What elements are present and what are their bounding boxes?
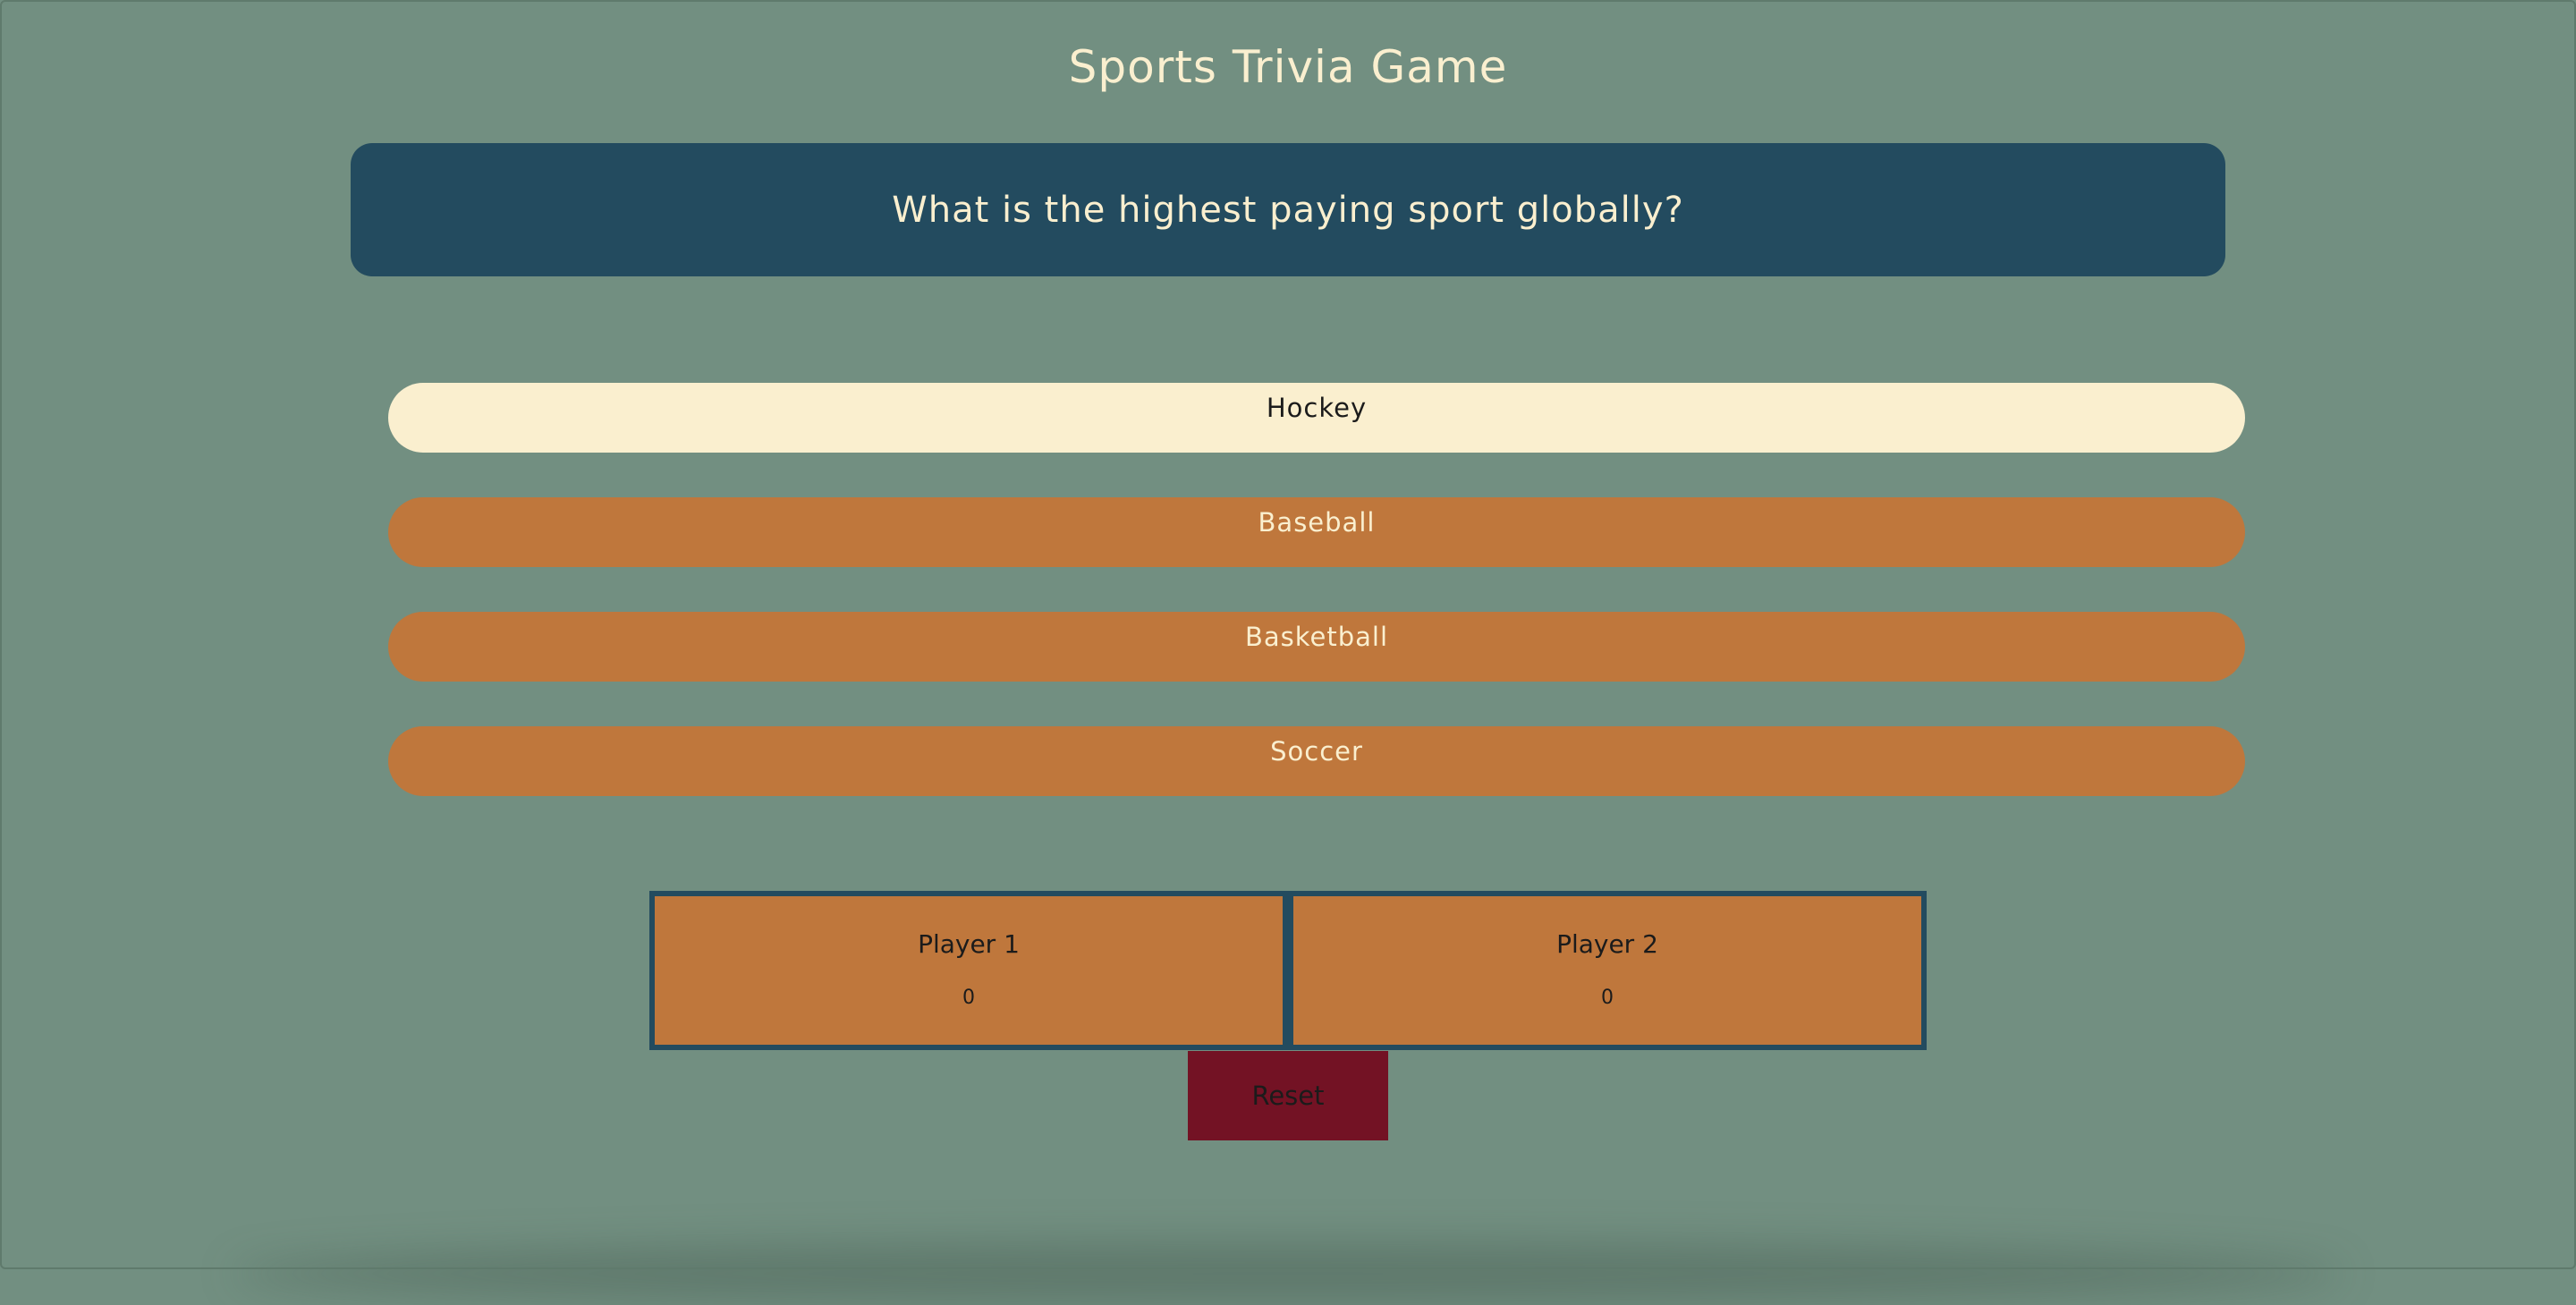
player-1-name: Player 1	[918, 929, 1020, 959]
answer-option-soccer[interactable]: Soccer	[388, 726, 2245, 796]
player-2-score: 0	[1601, 987, 1614, 1009]
answer-option-hockey[interactable]: Hockey	[388, 383, 2245, 453]
question-text: What is the highest paying sport globall…	[892, 189, 1684, 231]
player-1-score: 0	[962, 987, 975, 1009]
bottom-shadow	[233, 1242, 2343, 1305]
player-1-score-box: Player 1 0	[655, 896, 1283, 1045]
reset-button[interactable]: Reset	[1188, 1051, 1388, 1140]
player-2-name: Player 2	[1556, 929, 1658, 959]
scoreboard: Player 1 0 Player 2 0	[649, 891, 1927, 1050]
game-title: Sports Trivia Game	[1068, 41, 1508, 93]
question-card: What is the highest paying sport globall…	[351, 143, 2225, 276]
player-2-score-box: Player 2 0	[1293, 896, 1921, 1045]
answer-option-basketball[interactable]: Basketball	[388, 612, 2245, 682]
answer-option-baseball[interactable]: Baseball	[388, 497, 2245, 567]
